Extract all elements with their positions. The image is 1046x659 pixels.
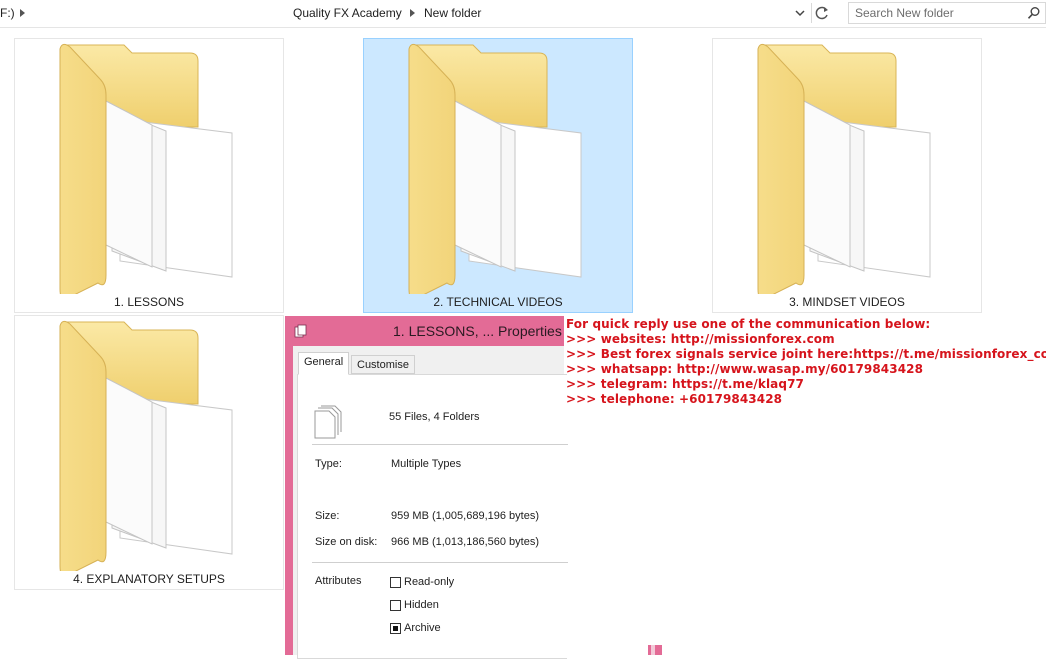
folder-label[interactable]: 1. LESSONS [15,295,283,309]
folder-label[interactable]: 2. TECHNICAL VIDEOS [364,295,632,309]
search-box[interactable] [848,2,1046,24]
breadcrumb-drive[interactable]: F:) [0,6,15,20]
divider [312,562,568,563]
read-only-checkbox[interactable] [390,577,401,588]
window-edge-fragment [648,645,662,655]
archive-label[interactable]: Archive [404,622,441,634]
hidden-label[interactable]: Hidden [404,599,439,611]
properties-icon [294,324,307,338]
address-bar: F:) Quality FX Academy New folder [0,0,1046,28]
folder-item[interactable]: 1. LESSONS [14,38,284,313]
overlay-line: >>> Best forex signals service joint her… [566,347,1046,361]
overlay-line: >>> whatsapp: http://www.wasap.my/601798… [566,362,924,376]
folder-icon [408,43,582,294]
selection-summary: 55 Files, 4 Folders [389,411,480,423]
folder-label[interactable]: 4. EXPLANATORY SETUPS [15,572,283,586]
dialog-titlebar[interactable]: 1. LESSONS, ... Properties [285,316,564,346]
multiple-files-icon [314,405,342,439]
read-only-label[interactable]: Read-only [404,576,454,588]
breadcrumb-quality-fx-academy[interactable]: Quality FX Academy [293,6,402,20]
overlay-line: >>> telegram: https://t.me/klaq77 [566,377,804,391]
dialog-body: General Customise 55 Files, 4 Folders Ty… [293,346,568,659]
folder-icon [757,43,931,294]
divider [312,444,568,445]
refresh-icon [815,6,828,20]
search-icon[interactable] [1027,6,1041,20]
dialog-title: 1. LESSONS, ... Properties [393,323,562,339]
folder-icon [59,320,233,571]
size-value: 959 MB (1,005,689,196 bytes) [391,510,539,522]
general-panel: 55 Files, 4 Folders Type: Multiple Types… [297,374,568,659]
folder-item[interactable]: 3. MINDSET VIDEOS [712,38,982,313]
tab-customise[interactable]: Customise [351,355,415,374]
size-on-disk-value: 966 MB (1,013,186,560 bytes) [391,536,539,548]
promo-overlay: For quick reply use one of the communica… [566,317,1046,407]
type-value: Multiple Types [391,458,462,470]
hidden-checkbox[interactable] [390,600,401,611]
chevron-right-icon[interactable] [20,9,25,17]
tab-general[interactable]: General [298,352,350,375]
properties-dialog: 1. LESSONS, ... Properties General Custo… [285,316,568,659]
overlay-line: >>> telephone: +60179843428 [566,392,783,406]
chevron-right-icon[interactable] [410,9,415,17]
breadcrumb-new-folder[interactable]: New folder [424,6,481,20]
type-label: Type: [315,458,342,470]
chevron-down-icon[interactable] [792,5,808,21]
search-input[interactable] [855,5,1015,20]
folder-item[interactable]: 2. TECHNICAL VIDEOS [363,38,633,313]
archive-checkbox[interactable] [390,623,401,634]
size-label: Size: [315,510,340,522]
folder-icon [59,43,233,294]
refresh-button[interactable] [811,3,834,23]
overlay-line: >>> websites: http://missionforex.com [566,332,835,346]
folder-item[interactable]: 4. EXPLANATORY SETUPS [14,315,284,590]
size-on-disk-label: Size on disk: [315,536,378,548]
attributes-label: Attributes [315,575,362,587]
folder-label[interactable]: 3. MINDSET VIDEOS [713,295,981,309]
overlay-line: For quick reply use one of the communica… [566,317,931,331]
